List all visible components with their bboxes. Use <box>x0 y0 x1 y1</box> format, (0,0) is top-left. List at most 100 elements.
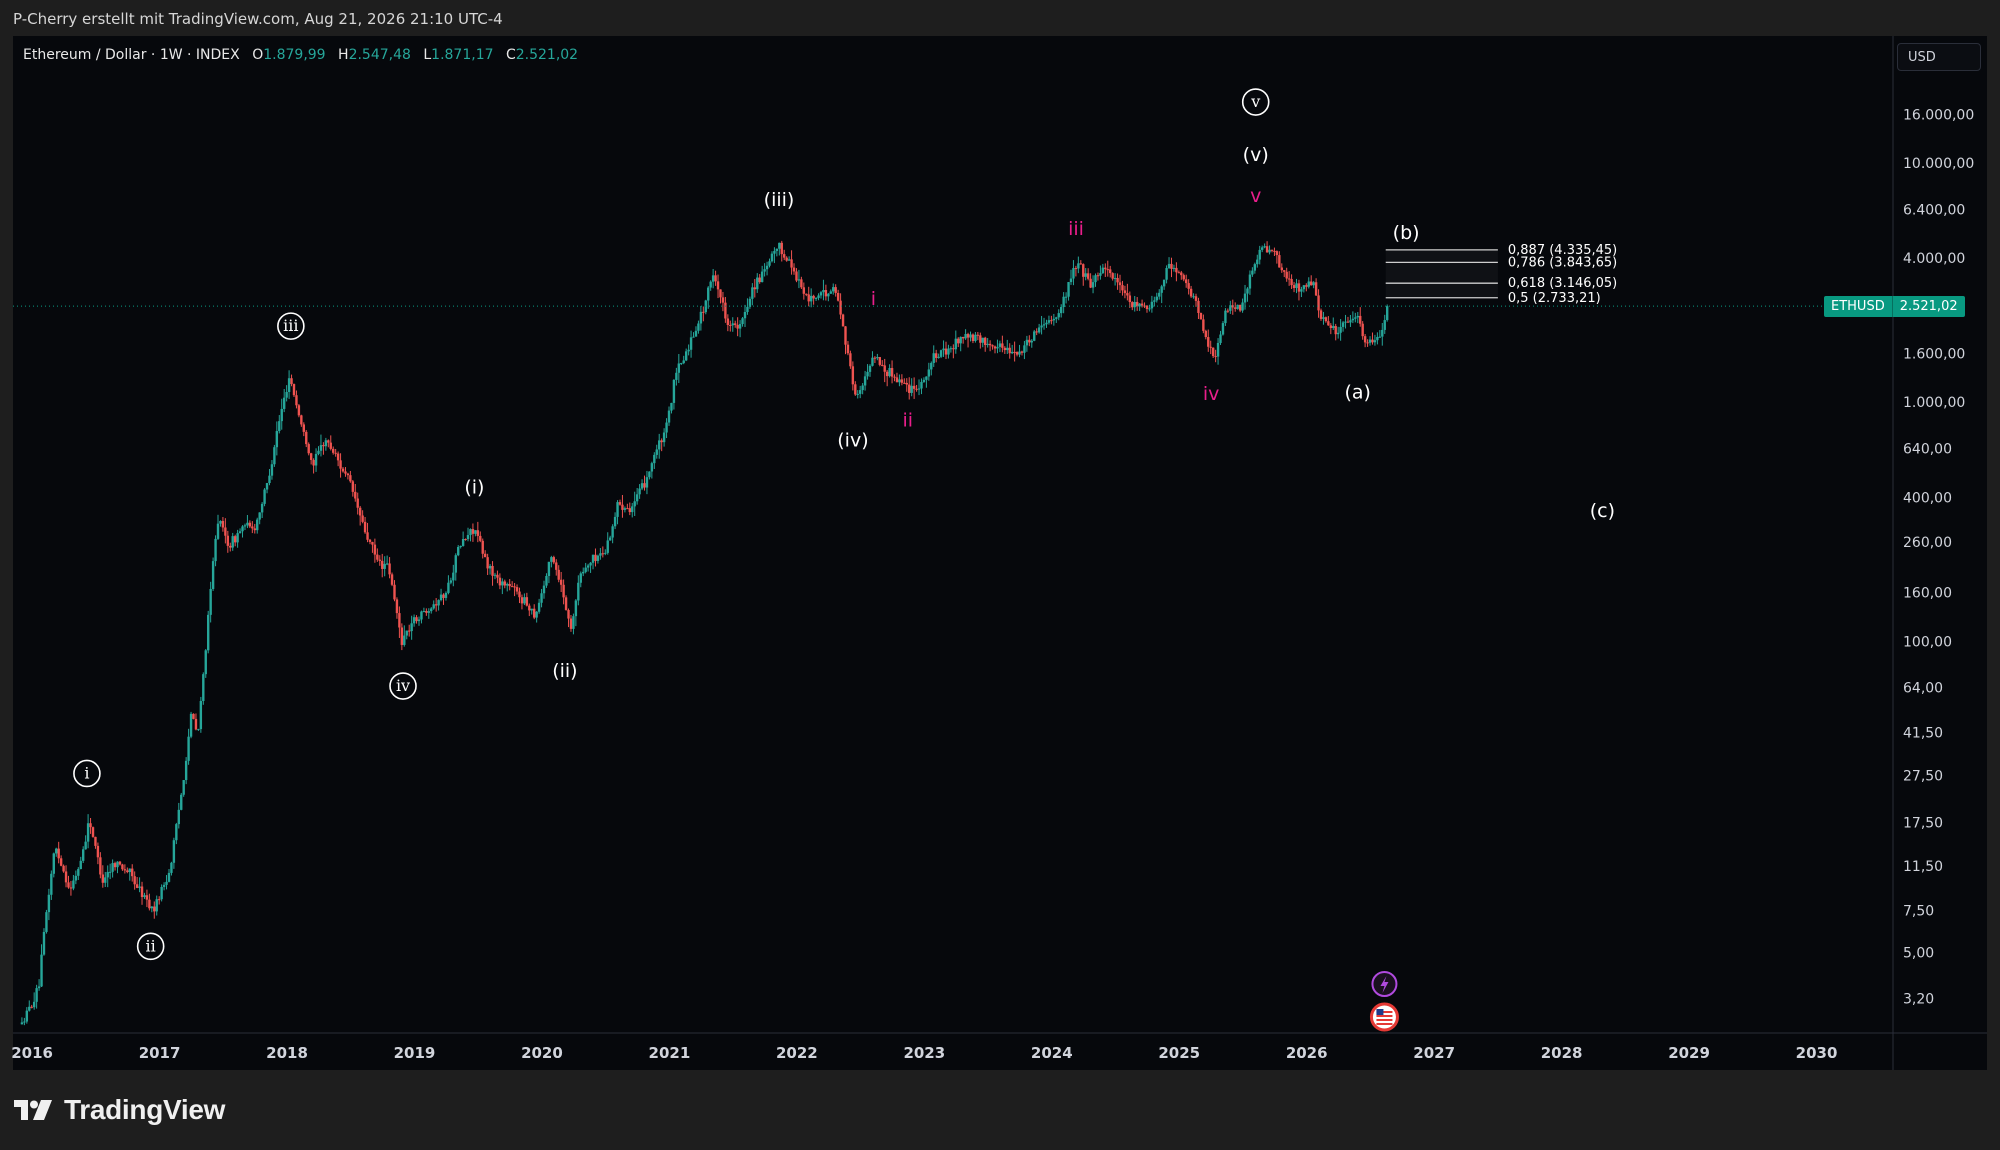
low-value: 1.871,17 <box>431 47 494 63</box>
candle-body <box>101 874 105 883</box>
candle-body <box>851 366 855 385</box>
candle-body <box>143 895 146 897</box>
candle-body <box>1373 340 1377 343</box>
time-tick-label: 2026 <box>1286 1044 1328 1062</box>
candle-body <box>976 334 980 336</box>
candle-body <box>37 986 41 989</box>
candle-body <box>530 608 533 611</box>
candle-body <box>72 880 75 889</box>
candle-body <box>846 344 850 354</box>
candle-body <box>493 574 497 576</box>
price-tick-label: 17,50 <box>1903 815 1943 831</box>
tradingview-brand[interactable]: TradingView <box>14 1094 225 1126</box>
candle-body <box>454 555 457 573</box>
candle-body <box>802 287 806 294</box>
candle-body <box>400 627 404 645</box>
us-flag-event-icon[interactable] <box>1369 1002 1399 1032</box>
candle-body <box>1204 330 1208 338</box>
symbol-title[interactable]: Ethereum / Dollar · 1W · INDEX <box>23 47 240 63</box>
candle-body <box>1236 304 1239 309</box>
price-tick-label: 640,00 <box>1903 442 1952 458</box>
candle-body <box>295 395 298 406</box>
candle-body <box>1336 332 1340 335</box>
candle-body <box>89 823 92 828</box>
candle-body <box>1162 279 1166 287</box>
candle-body <box>944 348 948 355</box>
candle-body <box>709 281 712 288</box>
candle-body <box>486 557 489 569</box>
candle-body <box>52 853 55 874</box>
candle-body <box>1015 351 1019 355</box>
candle-body <box>1042 324 1046 326</box>
candle-body <box>1248 274 1252 289</box>
candle-body <box>873 357 877 359</box>
candle-body <box>562 584 565 598</box>
time-tick-label: 2025 <box>1158 1044 1200 1062</box>
candle-body <box>1018 351 1021 355</box>
candle-body <box>1356 315 1359 318</box>
price-tick-label: 10.000,00 <box>1903 156 1974 172</box>
candle-body <box>903 382 906 384</box>
candle-body <box>503 581 506 586</box>
candle-body <box>900 379 904 383</box>
candle-body <box>253 528 256 531</box>
candle-body <box>586 565 590 568</box>
candle-body <box>1091 282 1095 288</box>
candle-body <box>405 630 408 636</box>
candle-body <box>1324 317 1328 322</box>
candle-body <box>763 269 766 272</box>
currency-button[interactable]: USD <box>1897 43 1981 71</box>
candle-body <box>542 585 546 594</box>
candle-body <box>861 385 864 391</box>
time-tick-label: 2018 <box>266 1044 308 1062</box>
candle-body <box>312 459 315 466</box>
candle-body <box>471 529 475 534</box>
open-value: 1.879,99 <box>263 47 326 63</box>
candle-body <box>1256 259 1259 265</box>
candle-body <box>427 611 431 613</box>
candle-body <box>545 575 548 586</box>
candle-body <box>1028 339 1031 343</box>
candle-body <box>229 545 232 548</box>
candle-body <box>214 538 217 562</box>
candle-body <box>231 536 234 548</box>
candle-body <box>1327 321 1330 326</box>
candle-body <box>640 483 644 489</box>
price-tick-label: 3,20 <box>1903 992 1934 1008</box>
candle-body <box>457 546 460 556</box>
candle-body <box>859 390 862 394</box>
candle-body <box>175 824 178 841</box>
candle-body <box>422 610 426 612</box>
fib-level-label: 0,786 (3.843,65) <box>1508 255 1617 270</box>
chart-svg[interactable]: 0,887 (4.335,45)0,786 (3.843,65)0,618 (3… <box>0 0 2000 1150</box>
candle-body <box>577 582 580 601</box>
wave-label: (iii) <box>764 189 795 211</box>
candle-body <box>1148 308 1151 310</box>
candle-body <box>395 599 399 614</box>
candle-body <box>118 861 122 865</box>
candle-body <box>67 882 70 888</box>
wave-label: v <box>1250 185 1261 207</box>
candle-body <box>508 583 511 587</box>
price-tag-ticker: ETHUSD <box>1824 296 1893 318</box>
candle-body <box>1234 307 1237 309</box>
candle-body <box>785 257 788 261</box>
candle-body <box>1050 320 1053 322</box>
candle-body <box>123 869 127 871</box>
candle-body <box>836 292 840 301</box>
open-label: O <box>252 47 264 63</box>
candle-body <box>1030 340 1033 343</box>
candle-body <box>1363 336 1367 343</box>
close-label: C <box>505 47 516 63</box>
candle-body <box>479 535 482 541</box>
candle-body <box>702 311 705 313</box>
candle-body <box>927 369 931 377</box>
candle-body <box>393 584 396 600</box>
candle-body <box>167 872 171 882</box>
candle-body <box>385 563 389 565</box>
candle-body <box>449 580 453 583</box>
candle-body <box>604 552 607 554</box>
candle-body <box>839 300 842 315</box>
lightning-event-icon[interactable] <box>1371 971 1398 997</box>
candle-body <box>1300 289 1303 292</box>
